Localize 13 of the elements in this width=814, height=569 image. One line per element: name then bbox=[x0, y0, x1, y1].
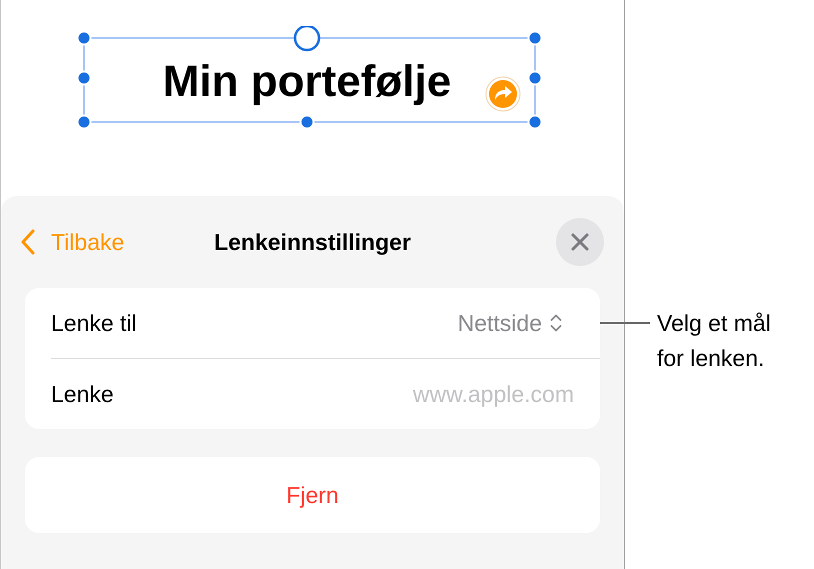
close-button[interactable] bbox=[556, 218, 604, 266]
link-type-picker[interactable]: Nettside bbox=[458, 310, 562, 336]
callout-text: Velg et mål for lenken. bbox=[657, 309, 772, 373]
row-label: Lenke bbox=[51, 380, 114, 408]
up-down-chevron-icon bbox=[550, 313, 562, 333]
sheet-title: Lenkeinnstillinger bbox=[214, 228, 411, 256]
close-icon bbox=[571, 233, 589, 251]
row-label: Lenke til bbox=[51, 310, 137, 336]
chevron-left-icon bbox=[21, 229, 35, 255]
link-input-field[interactable]: www.apple.com bbox=[314, 380, 574, 408]
back-button[interactable]: Tilbake bbox=[15, 228, 130, 256]
leader-line bbox=[600, 322, 650, 324]
text-box-title: Min portefølje bbox=[162, 57, 452, 107]
